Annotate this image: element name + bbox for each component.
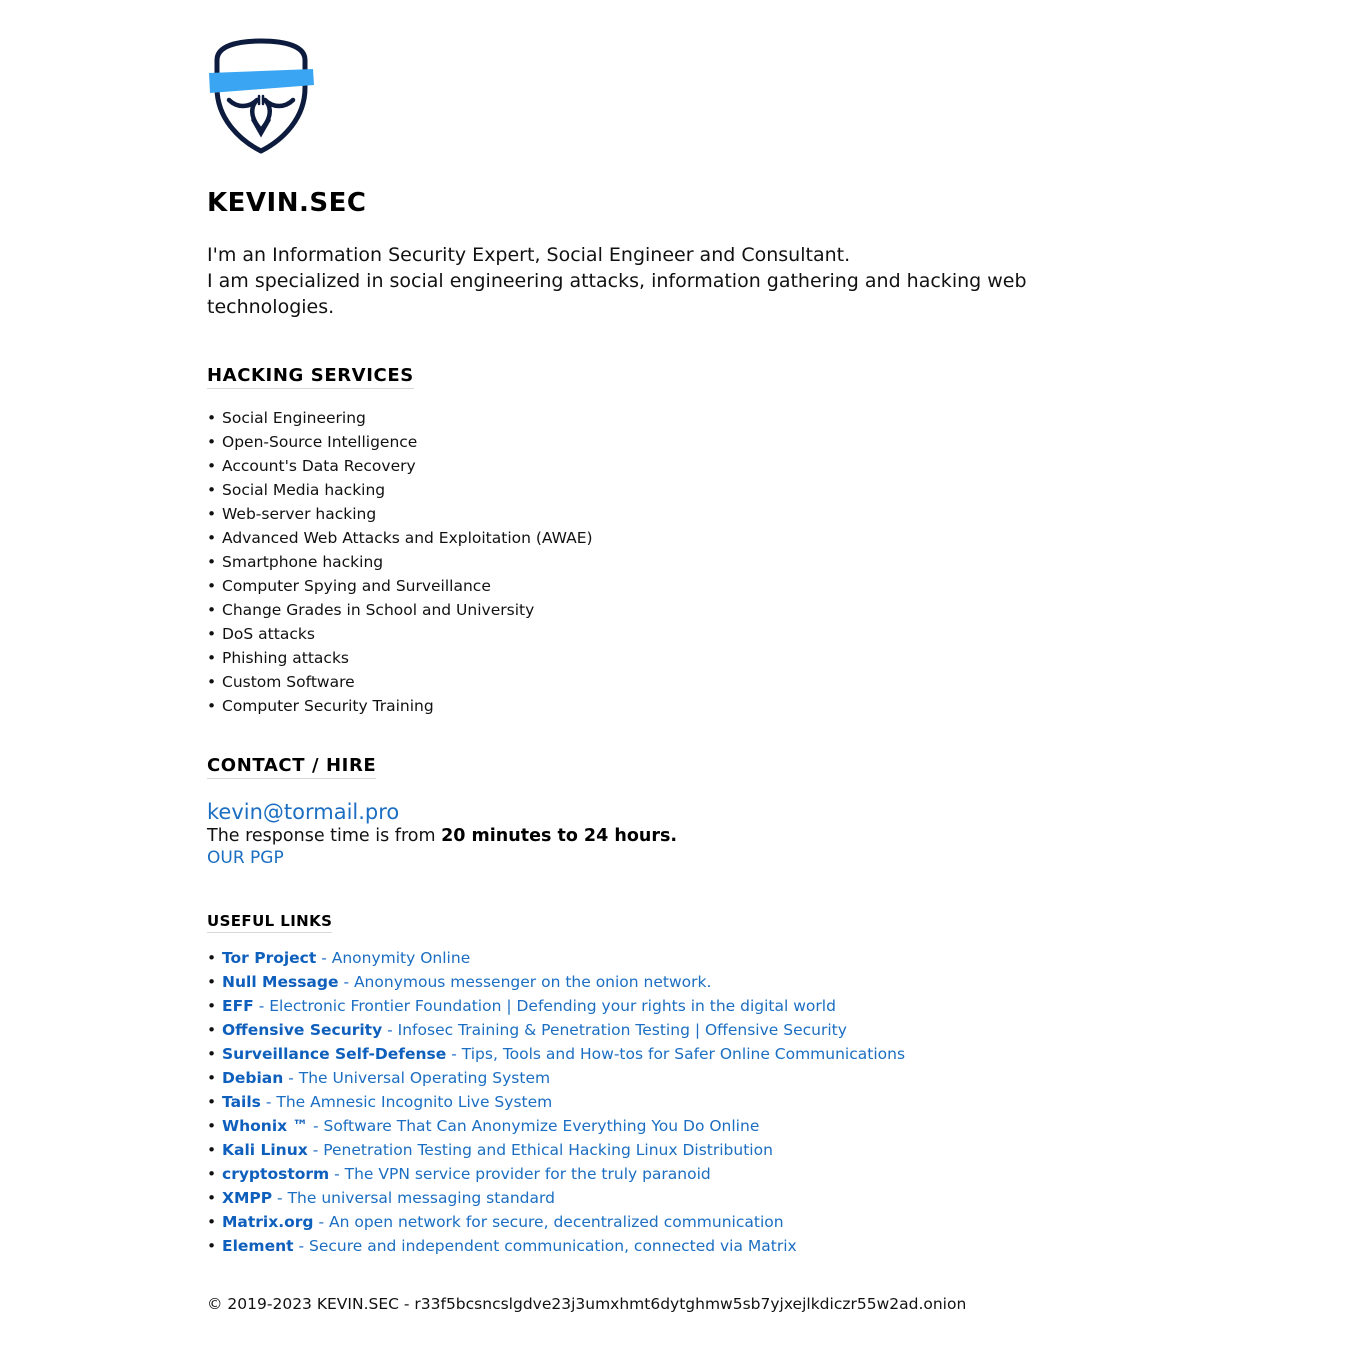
list-item: • Computer Security Training [207,697,434,715]
list-item: • cryptostorm - The VPN service provider … [207,1165,711,1183]
link-xmpp[interactable]: XMPP - The universal messaging standard [222,1189,555,1207]
services-heading: HACKING SERVICES [207,365,414,389]
list-item: • Smartphone hacking [207,553,384,571]
list-item: • Tor Project - Anonymity Online [207,949,471,967]
list-item: • Matrix.org - An open network for secure… [207,1213,784,1231]
useful-links-list: • Tor Project - Anonymity Online • Null Me… [207,946,1107,1258]
service-label: Phishing attacks [222,649,349,667]
response-time-value: 20 minutes to 24 hours. [441,826,678,846]
intro-line-1: I'm an Information Security Expert, Soci… [207,244,851,266]
link-element[interactable]: Element - Secure and independent communi… [222,1237,797,1255]
service-label: Smartphone hacking [222,553,384,571]
response-time-text: The response time is from 20 minutes to … [207,825,1107,847]
list-item: • Change Grades in School and University [207,601,535,619]
service-label: Social Engineering [222,409,366,427]
service-label: DoS attacks [222,625,315,643]
anonymous-mask-logo-icon [209,38,314,154]
list-item: • DoS attacks [207,625,315,643]
list-item: • Open-Source Intelligence [207,433,418,451]
list-item: • Null Message - Anonymous messenger on t… [207,973,712,991]
list-item: • Social Engineering [207,409,366,427]
service-label: Change Grades in School and University [222,601,535,619]
service-label: Computer Security Training [222,697,434,715]
link-debian[interactable]: Debian - The Universal Operating System [222,1069,550,1087]
service-label: Account's Data Recovery [222,457,416,475]
link-offensive-security[interactable]: Offensive Security - Infosec Training & … [222,1021,847,1039]
link-matrix-org[interactable]: Matrix.org - An open network for secure,… [222,1213,784,1231]
pgp-link[interactable]: OUR PGP [207,847,1107,870]
site-title: KEVIN.SEC [207,188,367,218]
link-whonix[interactable]: Whonix ™ - Software That Can Anonymize E… [222,1117,759,1135]
page: KEVIN.SEC I'm an Information Security Ex… [0,0,1354,1349]
list-item: • EFF - Electronic Frontier Foundation | … [207,997,836,1015]
list-item: • Debian - The Universal Operating System [207,1069,551,1087]
list-item: • Kali Linux - Penetration Testing and Et… [207,1141,773,1159]
list-item: • Phishing attacks [207,649,349,667]
services-list: • Social Engineering • Open-Source Intelli… [207,406,1107,718]
footer-copyright: © 2019-2023 KEVIN.SEC - r33f5bcsncslgdve… [207,1295,967,1313]
list-item: • Custom Software [207,673,355,691]
service-label: Custom Software [222,673,355,691]
service-label: Web-server hacking [222,505,377,523]
list-item: • Advanced Web Attacks and Exploitation (… [207,529,593,547]
link-surveillance-self-defense[interactable]: Surveillance Self-Defense - Tips, Tools … [222,1045,905,1063]
list-item: • Element - Secure and independent commun… [207,1237,797,1255]
list-item: • Surveillance Self-Defense - Tips, Tools… [207,1045,906,1063]
service-label: Social Media hacking [222,481,386,499]
email-link[interactable]: kevin@tormail.pro [207,799,1107,825]
list-item: • Account's Data Recovery [207,457,416,475]
list-item: • Web-server hacking [207,505,377,523]
link-tails[interactable]: Tails - The Amnesic Incognito Live Syste… [222,1093,552,1111]
intro-text: I'm an Information Security Expert, Soci… [207,242,1107,320]
service-label: Computer Spying and Surveillance [222,577,491,595]
list-item: • Computer Spying and Surveillance [207,577,491,595]
list-item: • Whonix ™ - Software That Can Anonymize … [207,1117,760,1135]
main-content: KEVIN.SEC I'm an Information Security Ex… [207,38,1107,1315]
service-label: Open-Source Intelligence [222,433,418,451]
link-null-message[interactable]: Null Message - Anonymous messenger on th… [222,973,711,991]
list-item: • XMPP - The universal messaging standard [207,1189,555,1207]
link-kali-linux[interactable]: Kali Linux - Penetration Testing and Eth… [222,1141,773,1159]
intro-line-2: I am specialized in social engineering a… [207,270,1027,318]
useful-links-heading: USEFUL LINKS [207,912,333,933]
link-eff[interactable]: EFF - Electronic Frontier Foundation | D… [222,997,836,1015]
link-cryptostorm[interactable]: cryptostorm - The VPN service provider f… [222,1165,711,1183]
link-tor-project[interactable]: Tor Project - Anonymity Online [222,949,470,967]
list-item: • Offensive Security - Infosec Training &… [207,1021,847,1039]
list-item: • Tails - The Amnesic Incognito Live Syst… [207,1093,553,1111]
service-label: Advanced Web Attacks and Exploitation (A… [222,529,593,547]
response-prefix: The response time is from [207,826,436,846]
contact-heading: CONTACT / HIRE [207,755,377,779]
list-item: • Social Media hacking [207,481,386,499]
